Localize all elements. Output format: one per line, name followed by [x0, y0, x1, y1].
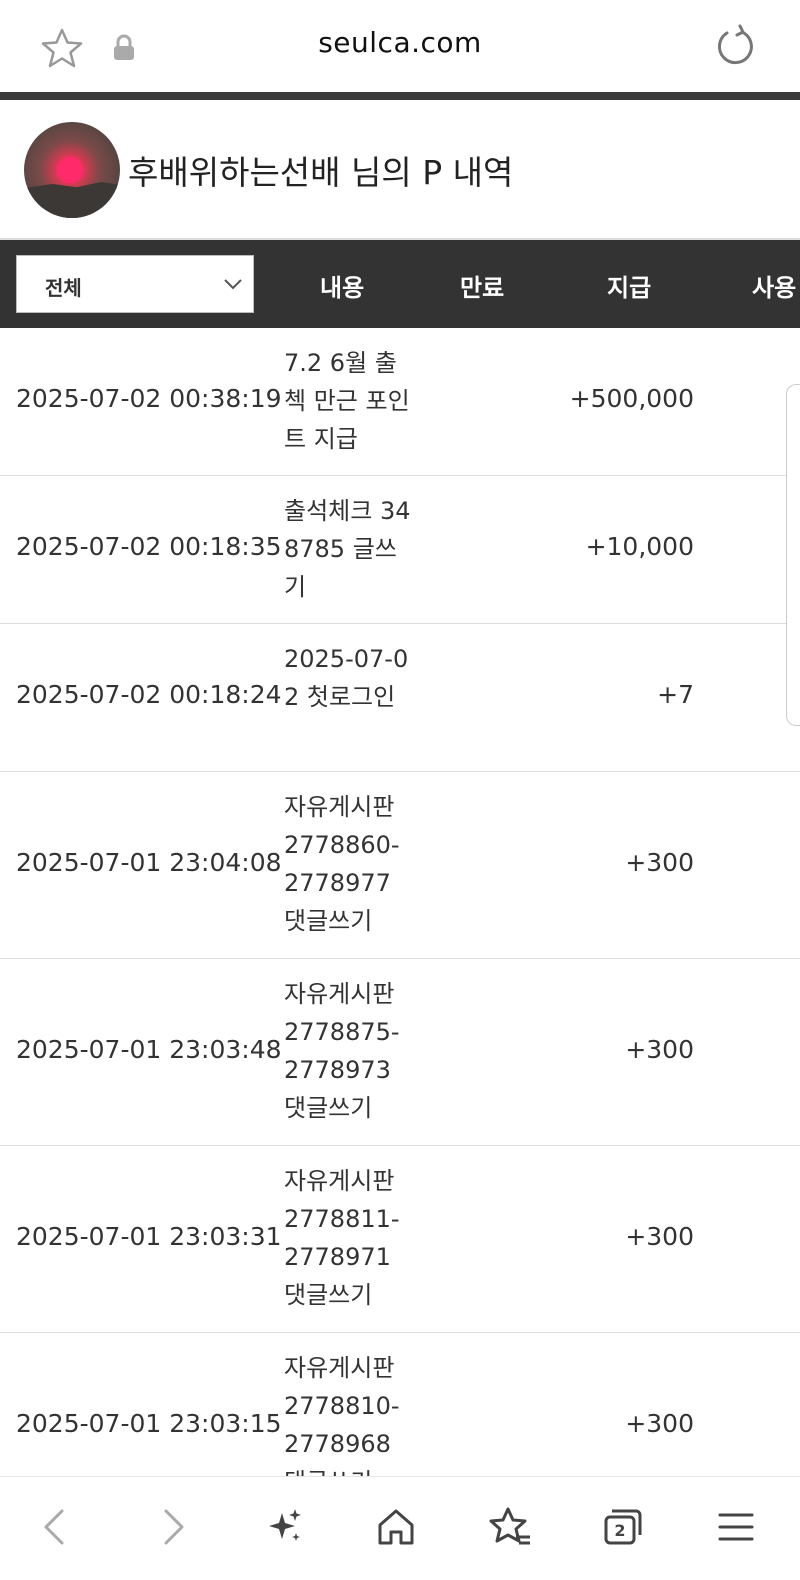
- tabs-button[interactable]: 2: [598, 1503, 646, 1551]
- sparkle-icon[interactable]: [260, 1503, 308, 1551]
- row-description: 자유게시판 2778810-2778968 댓글쓰기: [284, 1354, 400, 1476]
- table-header: 전체 내용 만료 지급 사용: [0, 240, 800, 328]
- top-divider: [0, 92, 800, 100]
- row-amount: +10,000: [585, 532, 694, 561]
- row-date: 2025-07-01 23:03:31: [16, 1222, 282, 1251]
- column-header-expire[interactable]: 만료: [460, 268, 504, 303]
- table-row: 2025-07-01 23:03:31 자유게시판 2778811-277897…: [0, 1146, 800, 1333]
- home-icon[interactable]: [372, 1503, 420, 1551]
- address-bar-url[interactable]: seulca.com: [0, 26, 800, 59]
- column-header-payment[interactable]: 지급: [607, 268, 651, 303]
- forward-icon[interactable]: [148, 1503, 196, 1551]
- row-date: 2025-07-01 23:03:48: [16, 1035, 282, 1064]
- browser-bottom-bar: 2: [0, 1476, 800, 1580]
- menu-icon[interactable]: [712, 1503, 760, 1551]
- row-date: 2025-07-02 00:18:24: [16, 680, 282, 709]
- row-description: 자유게시판 2778875-2778973 댓글쓰기: [284, 980, 400, 1122]
- row-date: 2025-07-02 00:18:35: [16, 532, 282, 561]
- filter-select[interactable]: 전체: [16, 255, 254, 313]
- horizontal-scroll-handle[interactable]: [786, 384, 800, 726]
- column-header-content[interactable]: 내용: [320, 268, 364, 303]
- row-amount: +300: [625, 1222, 694, 1251]
- bookmarks-icon[interactable]: [486, 1503, 534, 1551]
- back-icon[interactable]: [32, 1503, 80, 1551]
- chevron-down-icon: [224, 279, 242, 290]
- row-description: 자유게시판 2778860-2778977 댓글쓰기: [284, 793, 400, 935]
- filter-select-value: 전체: [45, 276, 82, 300]
- table-row: 2025-07-01 23:03:48 자유게시판 2778875-277897…: [0, 959, 800, 1146]
- row-amount: +500,000: [569, 384, 694, 413]
- table-row: 2025-07-02 00:18:24 2025-07-02 첫로그인 +7: [0, 624, 800, 772]
- row-description: 출석체크 348785 글쓰기: [284, 497, 411, 601]
- row-date: 2025-07-01 23:03:15: [16, 1409, 282, 1438]
- row-date: 2025-07-02 00:38:19: [16, 384, 282, 413]
- tab-count: 2: [614, 1521, 626, 1540]
- table-row: 2025-07-02 00:18:35 출석체크 348785 글쓰기 +10,…: [0, 476, 800, 624]
- table-row: 2025-07-02 00:38:19 7.2 6월 출첵 만근 포인트 지급 …: [0, 328, 800, 476]
- row-amount: +300: [625, 1035, 694, 1064]
- reload-icon[interactable]: [712, 24, 756, 68]
- row-amount: +300: [625, 1409, 694, 1438]
- profile-header: 후배위하는선배 님의 P 내역: [0, 100, 800, 240]
- page-title: 후배위하는선배 님의 P 내역: [128, 153, 514, 192]
- row-description: 자유게시판 2778811-2778971 댓글쓰기: [284, 1167, 400, 1309]
- row-amount: +7: [657, 680, 694, 709]
- row-description: 2025-07-02 첫로그인: [284, 645, 409, 711]
- row-date: 2025-07-01 23:04:08: [16, 848, 282, 877]
- browser-top-bar: seulca.com: [0, 0, 800, 92]
- row-description: 7.2 6월 출첵 만근 포인트 지급: [284, 349, 410, 453]
- table-row: 2025-07-01 23:04:08 자유게시판 2778860-277897…: [0, 772, 800, 959]
- avatar[interactable]: [24, 122, 120, 218]
- table-row: 2025-07-01 23:03:15 자유게시판 2778810-277896…: [0, 1333, 800, 1476]
- row-amount: +300: [625, 848, 694, 877]
- point-history-list[interactable]: 2025-07-02 00:38:19 7.2 6월 출첵 만근 포인트 지급 …: [0, 328, 800, 1476]
- column-header-usage[interactable]: 사용: [752, 268, 796, 303]
